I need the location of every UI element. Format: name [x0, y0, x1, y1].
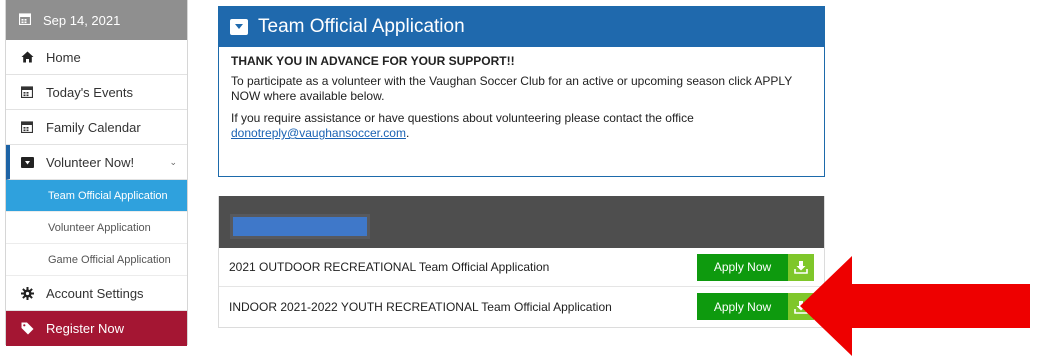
chevron-down-icon: ⌄	[169, 157, 177, 167]
gear-icon	[20, 286, 34, 300]
applications-header	[219, 196, 824, 248]
sidebar-item-family-calendar[interactable]: Family Calendar	[6, 110, 187, 145]
application-row: INDOOR 2021-2022 YOUTH RECREATIONAL Team…	[219, 287, 824, 326]
date-header: Sep 14, 2021	[6, 0, 187, 40]
download-box-icon	[20, 156, 34, 168]
application-name: INDOOR 2021-2022 YOUTH RECREATIONAL Team…	[229, 299, 612, 314]
panel-header: Team Official Application	[219, 7, 824, 47]
calendar-icon	[20, 86, 34, 98]
current-date: Sep 14, 2021	[43, 12, 121, 28]
sidebar: Sep 14, 2021 Home Today's Events Family …	[5, 0, 188, 346]
panel-body: THANK YOU IN ADVANCE FOR YOUR SUPPORT!! …	[219, 47, 824, 141]
contact-email-link[interactable]: donotreply@vaughansoccer.com	[231, 126, 406, 140]
sidebar-item-label: Today's Events	[46, 84, 134, 100]
apply-now-label: Apply Now	[697, 253, 788, 281]
application-name: 2021 OUTDOOR RECREATIONAL Team Official …	[229, 260, 550, 274]
application-row: 2021 OUTDOOR RECREATIONAL Team Official …	[219, 248, 824, 287]
applications-list: 2021 OUTDOOR RECREATIONAL Team Official …	[218, 196, 825, 328]
sidebar-subitem-team-official-application[interactable]: Team Official Application	[6, 180, 187, 212]
sidebar-subitem-label: Volunteer Application	[48, 221, 151, 234]
contact-text-label: If you require assistance or have questi…	[231, 111, 694, 125]
sidebar-item-label: Home	[46, 49, 81, 65]
download-box-icon	[230, 19, 248, 35]
instructions-text: To participate as a volunteer with the V…	[231, 74, 792, 103]
sidebar-subitem-label: Game Official Application	[48, 253, 171, 266]
contact-email-suffix: .	[405, 126, 410, 140]
tag-icon	[20, 322, 34, 335]
sidebar-item-label: Register Now	[46, 321, 125, 336]
register-now-button[interactable]: Register Now	[6, 311, 187, 346]
info-panel: Team Official Application THANK YOU IN A…	[218, 6, 825, 177]
sidebar-item-label: Family Calendar	[46, 119, 141, 135]
sidebar-item-label: Account Settings	[46, 285, 144, 301]
page-title: Team Official Application	[258, 16, 465, 37]
calendar-icon	[18, 12, 32, 28]
sidebar-item-todays-events[interactable]: Today's Events	[6, 75, 187, 110]
apply-now-button[interactable]: Apply Now	[697, 253, 814, 281]
red-arrow-annotation	[800, 256, 1030, 356]
apply-now-label: Apply Now	[697, 293, 788, 320]
calendar-icon	[20, 121, 34, 133]
redacted-block	[230, 214, 370, 239]
sidebar-subitem-label: Team Official Application	[48, 189, 168, 202]
sidebar-item-label: Volunteer Now!	[46, 154, 135, 170]
thanks-heading: THANK YOU IN ADVANCE FOR YOUR SUPPORT!!	[231, 54, 515, 68]
sidebar-item-account-settings[interactable]: Account Settings	[6, 276, 187, 311]
sidebar-subitem-game-official-application[interactable]: Game Official Application	[6, 244, 187, 276]
apply-now-button[interactable]: Apply Now	[697, 293, 814, 320]
sidebar-subitem-volunteer-application[interactable]: Volunteer Application	[6, 212, 187, 244]
contact-text: If you require assistance or have questi…	[231, 111, 814, 141]
sidebar-item-home[interactable]: Home	[6, 40, 187, 75]
home-icon	[20, 51, 34, 63]
sidebar-item-volunteer-now[interactable]: Volunteer Now! ⌄	[6, 145, 187, 180]
